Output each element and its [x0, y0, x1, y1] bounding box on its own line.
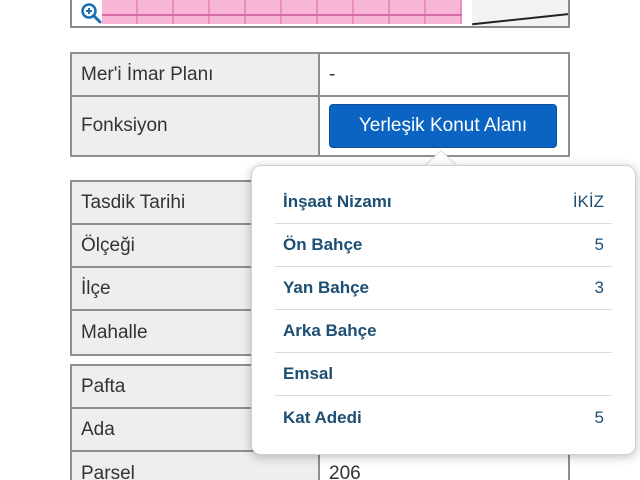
row-value: - — [329, 63, 336, 85]
item-value: 3 — [594, 278, 604, 297]
function-button[interactable]: Yerleşik Konut Alanı — [329, 104, 557, 148]
item-label: İnşaat Nizamı — [283, 192, 392, 211]
item-value: İKİZ — [572, 192, 604, 211]
table-row: Parsel 206 — [72, 452, 568, 480]
zoning-details-popover: İnşaat Nizamı İKİZ Ön Bahçe 5 Yan Bahçe … — [251, 165, 636, 455]
table-row: Mer'i İmar Planı - — [72, 54, 568, 97]
map-image — [102, 0, 462, 24]
list-item: Kat Adedi 5 — [275, 396, 612, 439]
row-label: Mer'i İmar Planı — [72, 54, 320, 95]
popover-list: İnşaat Nizamı İKİZ Ön Bahçe 5 Yan Bahçe … — [275, 181, 612, 439]
table-row: Fonksiyon Yerleşik Konut Alanı — [72, 97, 568, 155]
list-item: Emsal — [275, 353, 612, 396]
row-label: Parsel — [72, 452, 320, 480]
row-value: 206 — [329, 462, 361, 480]
row-label: Fonksiyon — [72, 97, 320, 155]
list-item: İnşaat Nizamı İKİZ — [275, 181, 612, 224]
map-image-corner — [472, 0, 568, 26]
item-label: Ön Bahçe — [283, 235, 363, 254]
row-value: Yerleşik Konut Alanı — [320, 97, 568, 155]
plan-table: Mer'i İmar Planı - Fonksiyon Yerleşik Ko… — [70, 52, 570, 157]
item-value: 5 — [594, 407, 604, 427]
list-item: Yan Bahçe 3 — [275, 267, 612, 310]
item-label: Yan Bahçe — [283, 278, 369, 297]
map-preview[interactable] — [70, 0, 570, 28]
zoom-in-icon[interactable] — [80, 2, 102, 24]
item-label: Arka Bahçe — [283, 321, 377, 340]
item-value: 5 — [594, 235, 604, 254]
item-label: Emsal — [283, 364, 334, 383]
list-item: Ön Bahçe 5 — [275, 224, 612, 267]
list-item: Arka Bahçe — [275, 310, 612, 353]
popover-arrow — [425, 151, 457, 166]
item-label: Kat Adedi — [283, 407, 362, 427]
